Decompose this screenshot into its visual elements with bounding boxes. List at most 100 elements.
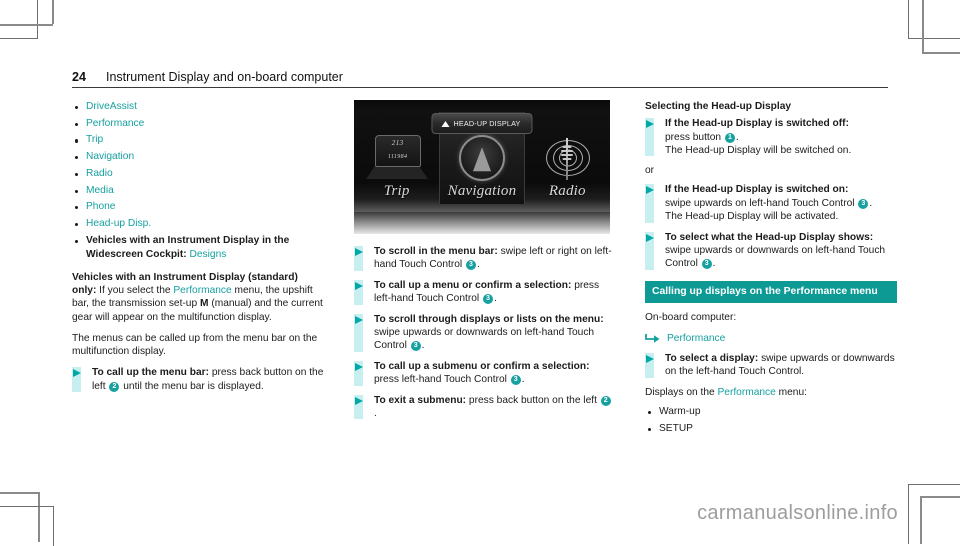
displays-intro-text-2: menu:: [775, 386, 807, 398]
performance-link[interactable]: Performance: [717, 387, 775, 398]
instruction-select-hud-content: To select what the Head-up Display shows…: [645, 231, 897, 271]
instruction-text-2: .: [493, 293, 497, 305]
instruction-text-2: .: [521, 374, 525, 386]
instruction-triangle-icon: [645, 120, 654, 129]
section-heading-selecting-hud: Selecting the Head-up Display: [645, 101, 792, 112]
badge-2: 2: [600, 395, 611, 406]
menu-item-label: Radio: [86, 167, 113, 179]
badge-3: 3: [858, 198, 869, 209]
instruction-lead: To call up a submenu or confirm a select…: [374, 360, 590, 372]
instrument-display-figure: HEAD-UP DISPLAY 213 111984 Trip Navigati…: [354, 100, 610, 234]
instruction-lead: To select what the Head-up Display shows…: [665, 231, 874, 243]
watermark: carmanualsonline.info: [697, 502, 898, 524]
menu-path-performance[interactable]: Performance: [645, 332, 897, 345]
list-item: Radio: [72, 167, 324, 181]
page-number: 24: [72, 70, 86, 84]
badge-1: 1: [724, 132, 735, 143]
menu-item-label: Head-up Disp.: [86, 217, 152, 229]
page-header: 24 Instrument Display and on-board compu…: [72, 70, 888, 88]
menu-item-label: Media: [86, 184, 114, 196]
performance-link[interactable]: Performance: [173, 285, 231, 296]
menu-path-label: Performance: [667, 332, 726, 344]
trip-computer-icon: 213 111984: [354, 131, 439, 185]
list-item: Navigation: [72, 150, 324, 164]
badge-2: 2: [109, 381, 120, 392]
instruction-triangle-icon: [72, 369, 81, 378]
up-triangle-icon: [441, 120, 450, 127]
instruction-call-up-submenu: To call up a submenu or confirm a select…: [354, 360, 612, 387]
hud-pill-label: HEAD-UP DISPLAY: [453, 119, 521, 128]
tile-trip[interactable]: 213 111984 Trip: [354, 112, 439, 204]
menu-item-label: Performance: [86, 117, 145, 129]
instruction-triangle-icon: [354, 315, 363, 324]
instruction-call-up-menu-bar: To call up the menu bar: press back butt…: [72, 366, 324, 393]
instruction-text-1: swipe upwards or downwards on left-hand …: [665, 245, 886, 270]
instruction-lead: To select a display:: [665, 352, 759, 364]
paragraph-menus: The menus can be called up from the menu…: [72, 332, 318, 358]
instruction-lead: To scroll through displays or lists on t…: [374, 313, 604, 325]
tile-label: Radio: [548, 182, 586, 199]
instruction-triangle-icon: [354, 362, 363, 371]
display-item-label: SETUP: [659, 422, 693, 434]
onboard-computer-label: On-board computer:: [645, 312, 737, 324]
instruction-text-2: until the menu bar is displayed.: [120, 380, 264, 392]
instruction-scroll-displays: To scroll through displays or lists on t…: [354, 313, 612, 353]
chapter-title: Instrument Display and on-board computer: [106, 70, 343, 84]
column-left: DriveAssist Performance Trip Navigation …: [72, 100, 324, 400]
page-columns: DriveAssist Performance Trip Navigation …: [72, 100, 897, 480]
instruction-triangle-icon: [354, 281, 363, 290]
menu-item-label: Phone: [86, 201, 116, 213]
instruction-text-2: .: [421, 340, 425, 352]
menu-item-label: DriveAssist: [86, 101, 137, 112]
badge-3: 3: [410, 341, 421, 352]
instruction-triangle-icon: [354, 248, 363, 256]
list-item: Media: [72, 184, 324, 198]
instruction-text-2: .: [735, 131, 739, 143]
tile-radio[interactable]: Radio: [525, 112, 610, 204]
designs-link[interactable]: Designs: [190, 249, 227, 260]
head-up-display-pill: HEAD-UP DISPLAY: [431, 113, 533, 135]
instruction-text-1: swipe upwards or downwards on left-hand …: [374, 327, 595, 352]
instruction-lead: If the Head-up Display is switched on:: [665, 184, 849, 196]
list-item: Phone: [72, 200, 324, 214]
instruction-text-1: press button: [665, 131, 724, 143]
instruction-lead: To scroll in the menu bar:: [374, 246, 498, 257]
instruction-text-2: .: [712, 258, 716, 270]
instruction-text-1: press left-hand Touch Control: [374, 374, 510, 386]
displays-intro: Displays on the Performance menu:: [645, 386, 897, 399]
paragraph-standard-only: Vehicles with an Instrument Display (sta…: [72, 271, 324, 324]
menu-item-label: Navigation: [86, 151, 135, 163]
instruction-call-up-menu: To call up a menu or confirm a selection…: [354, 279, 612, 306]
section-bar-performance-menu: Calling up displays on the Performance m…: [645, 280, 897, 304]
display-item-label: Warm-up: [659, 405, 701, 417]
instruction-exit-submenu: To exit a submenu: press back button on …: [354, 394, 612, 421]
page-header-row: 24 Instrument Display and on-board compu…: [72, 70, 888, 88]
instruction-text-2: .: [374, 408, 377, 420]
list-item: DriveAssist: [72, 100, 324, 114]
performance-display-list: Warm-up SETUP: [645, 405, 897, 436]
instruction-triangle-icon: [645, 186, 654, 195]
badge-3: 3: [482, 294, 493, 305]
instruction-triangle-icon: [354, 396, 363, 405]
instruction-text-1: press back button on the left: [466, 394, 600, 406]
standard-only-text-1: If you select the: [96, 285, 174, 297]
list-item: Warm-up: [645, 405, 897, 419]
list-item: Head-up Disp.: [72, 217, 324, 231]
instruction-scroll-menu-bar: To scroll in the menu bar: swipe left or…: [354, 245, 612, 272]
antenna-tower-icon: [525, 131, 610, 185]
instruction-lead: If the Head-up Display is switched off:: [665, 118, 849, 130]
tile-label: Navigation: [447, 182, 517, 199]
badge-3: 3: [466, 260, 476, 271]
list-item: Performance: [72, 117, 324, 131]
column-middle: HEAD-UP DISPLAY 213 111984 Trip Navigati…: [354, 100, 612, 427]
badge-3: 3: [510, 375, 521, 386]
instruction-result: The Head-up Display will be activated.: [665, 211, 839, 223]
list-item: Trip: [72, 133, 324, 147]
column-right: Selecting the Head-up Display If the Hea…: [645, 100, 897, 445]
or-separator: or: [645, 165, 655, 177]
figure-bottom-band: [354, 212, 610, 234]
instruction-text-1: swipe upwards on left-hand Touch Control: [665, 197, 858, 209]
tile-label: Trip: [383, 182, 410, 199]
instruction-lead: To exit a submenu:: [374, 394, 467, 406]
instruction-text-2: .: [869, 197, 873, 209]
